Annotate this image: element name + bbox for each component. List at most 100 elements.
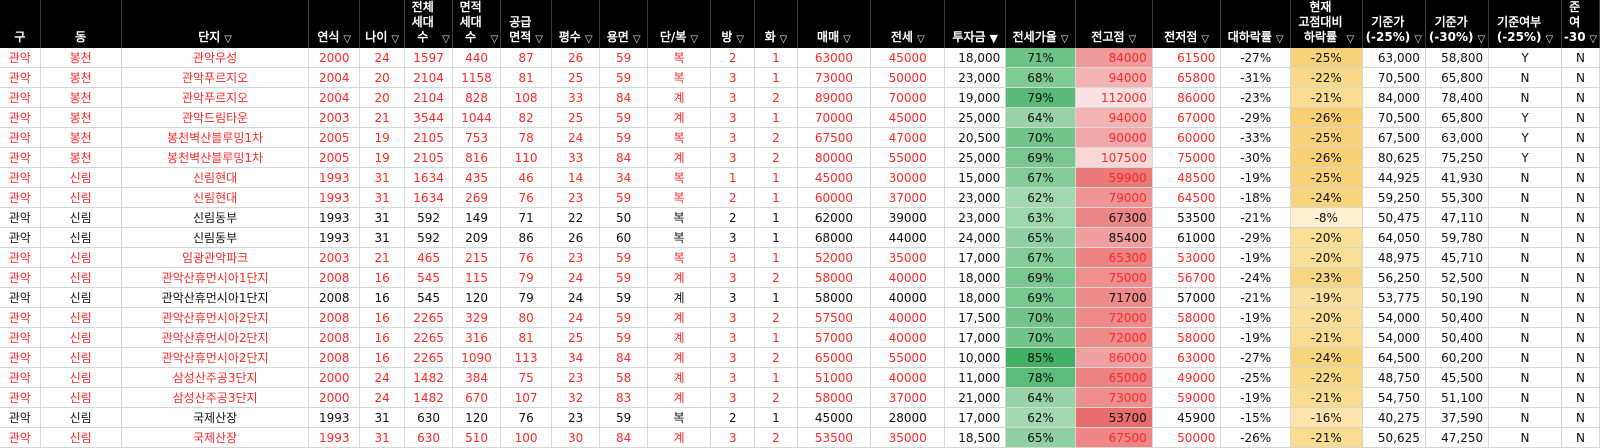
cell-year[interactable]: 2008 [308, 327, 361, 348]
cell-year[interactable]: 1993 [308, 207, 361, 228]
cell-area_households[interactable]: 510 [452, 427, 502, 448]
cell-area_households[interactable]: 115 [452, 267, 502, 288]
cell-pyeong[interactable]: 23 [551, 407, 601, 428]
cell-type[interactable]: 계 [647, 427, 712, 448]
cell-invest[interactable]: 24,000 [944, 227, 1007, 248]
cell-high[interactable]: 59900 [1075, 167, 1153, 188]
cell-ok25[interactable]: N [1488, 327, 1562, 348]
cell-year[interactable]: 2004 [308, 87, 361, 108]
cell-rooms[interactable]: 3 [710, 67, 756, 88]
cell-jeonjeo[interactable]: 56700 [1152, 267, 1222, 288]
cell-dong[interactable]: 신림 [40, 327, 122, 348]
cell-area_households[interactable]: 149 [452, 207, 502, 228]
cell-drop_high[interactable]: -21% [1220, 207, 1291, 228]
table-row[interactable]: 관악 신림 관악산휴먼시아1단지 2008 16 545 120 79 24 59 계 3 1 58000… [0, 287, 1600, 308]
cell-pyeong[interactable]: 33 [551, 87, 601, 108]
cell-drop_high[interactable]: -27% [1220, 48, 1291, 68]
cell-type[interactable]: 계 [647, 387, 712, 408]
cell-dong[interactable]: 신림 [40, 207, 122, 228]
cell-danji[interactable]: 관악산휴먼시아2단지 [121, 347, 310, 368]
cell-ok25[interactable]: N [1488, 307, 1562, 328]
cell-pyeong[interactable]: 23 [551, 247, 601, 268]
cell-drop_fixed[interactable]: -8% [1290, 207, 1363, 228]
cell-use_area[interactable]: 58 [599, 367, 648, 388]
cell-high[interactable]: 112000 [1075, 87, 1153, 108]
cell-base25[interactable]: 59,250 [1362, 187, 1426, 208]
cell-baths[interactable]: 2 [754, 87, 798, 108]
cell-use_area[interactable]: 84 [599, 147, 648, 168]
table-row[interactable]: 관악 봉천 관악푸르지오 2004 20 2104 828 108 33 84 계 3 2 89000 70… [0, 87, 1600, 108]
cell-baths[interactable]: 1 [754, 67, 798, 88]
cell-type[interactable]: 계 [647, 307, 712, 328]
cell-jeonse[interactable]: 30000 [870, 167, 946, 188]
cell-baths[interactable]: 1 [754, 207, 798, 228]
cell-invest[interactable]: 15,000 [944, 167, 1007, 188]
cell-rooms[interactable]: 3 [710, 347, 756, 368]
cell-invest[interactable]: 17,500 [944, 307, 1007, 328]
cell-supply[interactable]: 113 [500, 347, 552, 368]
filter-dropdown-icon[interactable]: ▽ [1061, 34, 1069, 45]
cell-jeonjeo[interactable]: 49000 [1152, 367, 1222, 388]
column-header-jeonjeo[interactable]: 전저점 ▽ [1152, 0, 1222, 48]
cell-households[interactable]: 2104 [404, 67, 453, 88]
filter-dropdown-icon[interactable]: ▽ [1589, 34, 1597, 45]
cell-use_area[interactable]: 59 [599, 407, 648, 428]
cell-rooms[interactable]: 3 [710, 427, 756, 448]
cell-ratio[interactable]: 64% [1005, 387, 1076, 408]
filter-dropdown-icon[interactable]: ▽ [736, 34, 744, 45]
filter-dropdown-icon[interactable]: ▽ [585, 34, 593, 45]
cell-households[interactable]: 2265 [404, 347, 453, 368]
cell-drop_fixed[interactable]: -26% [1290, 107, 1363, 128]
cell-jeonjeo[interactable]: 65800 [1152, 67, 1222, 88]
cell-supply[interactable]: 46 [500, 167, 552, 188]
cell-gu[interactable]: 관악 [0, 207, 41, 228]
cell-age[interactable]: 19 [359, 147, 406, 168]
filter-dropdown-icon[interactable]: ▽ [224, 34, 232, 45]
cell-jeonjeo[interactable]: 58000 [1152, 307, 1222, 328]
cell-danji[interactable]: 관악푸르지오 [121, 67, 310, 88]
cell-base25[interactable]: 48,750 [1362, 367, 1426, 388]
cell-type[interactable]: 복 [647, 407, 712, 428]
cell-age[interactable]: 16 [359, 327, 406, 348]
cell-drop_fixed[interactable]: -16% [1290, 407, 1363, 428]
table-row[interactable]: 관악 신림 관악산휴먼시아2단지 2008 16 2265 1090 113 34 84 계 3 2 65… [0, 347, 1600, 368]
cell-use_area[interactable]: 59 [599, 127, 648, 148]
cell-use_area[interactable]: 59 [599, 287, 648, 308]
cell-supply[interactable]: 100 [500, 427, 552, 448]
cell-area_households[interactable]: 440 [452, 48, 502, 68]
cell-jeonse[interactable]: 47000 [870, 127, 946, 148]
cell-supply[interactable]: 75 [500, 367, 552, 388]
column-header-dong[interactable]: 동 [40, 0, 122, 48]
cell-danji[interactable]: 국제산장 [121, 427, 310, 448]
cell-base25[interactable]: 40,275 [1362, 407, 1426, 428]
cell-pyeong[interactable]: 32 [551, 387, 601, 408]
cell-high[interactable]: 72000 [1075, 327, 1153, 348]
cell-households[interactable]: 465 [404, 247, 453, 268]
cell-base30[interactable]: 78,400 [1425, 87, 1490, 108]
cell-rooms[interactable]: 3 [710, 147, 756, 168]
cell-ok30[interactable]: N [1561, 207, 1600, 228]
cell-year[interactable]: 2003 [308, 107, 361, 128]
cell-high[interactable]: 71700 [1075, 287, 1153, 308]
table-row[interactable]: 관악 신림 신림동부 1993 31 592 209 86 26 60 복 3 1 68000 44000 2… [0, 227, 1600, 248]
table-row[interactable]: 관악 봉천 관악우성 2000 24 1597 440 87 26 59 복 2 1 63000 45000… [0, 48, 1600, 68]
cell-baths[interactable]: 1 [754, 167, 798, 188]
cell-rooms[interactable]: 3 [710, 247, 756, 268]
cell-jeonse[interactable]: 45000 [870, 107, 946, 128]
cell-jeonjeo[interactable]: 60000 [1152, 127, 1222, 148]
cell-base25[interactable]: 64,050 [1362, 227, 1426, 248]
cell-base25[interactable]: 67,500 [1362, 127, 1426, 148]
cell-high[interactable]: 73000 [1075, 387, 1153, 408]
cell-pyeong[interactable]: 26 [551, 48, 601, 68]
cell-drop_high[interactable]: -23% [1220, 87, 1291, 108]
cell-ratio[interactable]: 78% [1005, 367, 1076, 388]
filter-dropdown-icon[interactable]: ▽ [491, 34, 499, 45]
cell-gu[interactable]: 관악 [0, 307, 41, 328]
cell-supply[interactable]: 110 [500, 147, 552, 168]
cell-year[interactable]: 2005 [308, 127, 361, 148]
cell-pyeong[interactable]: 26 [551, 227, 601, 248]
cell-ok30[interactable]: N [1561, 48, 1600, 68]
cell-ok30[interactable]: N [1561, 107, 1600, 128]
cell-age[interactable]: 16 [359, 287, 406, 308]
cell-danji[interactable]: 관악우성 [121, 48, 310, 68]
